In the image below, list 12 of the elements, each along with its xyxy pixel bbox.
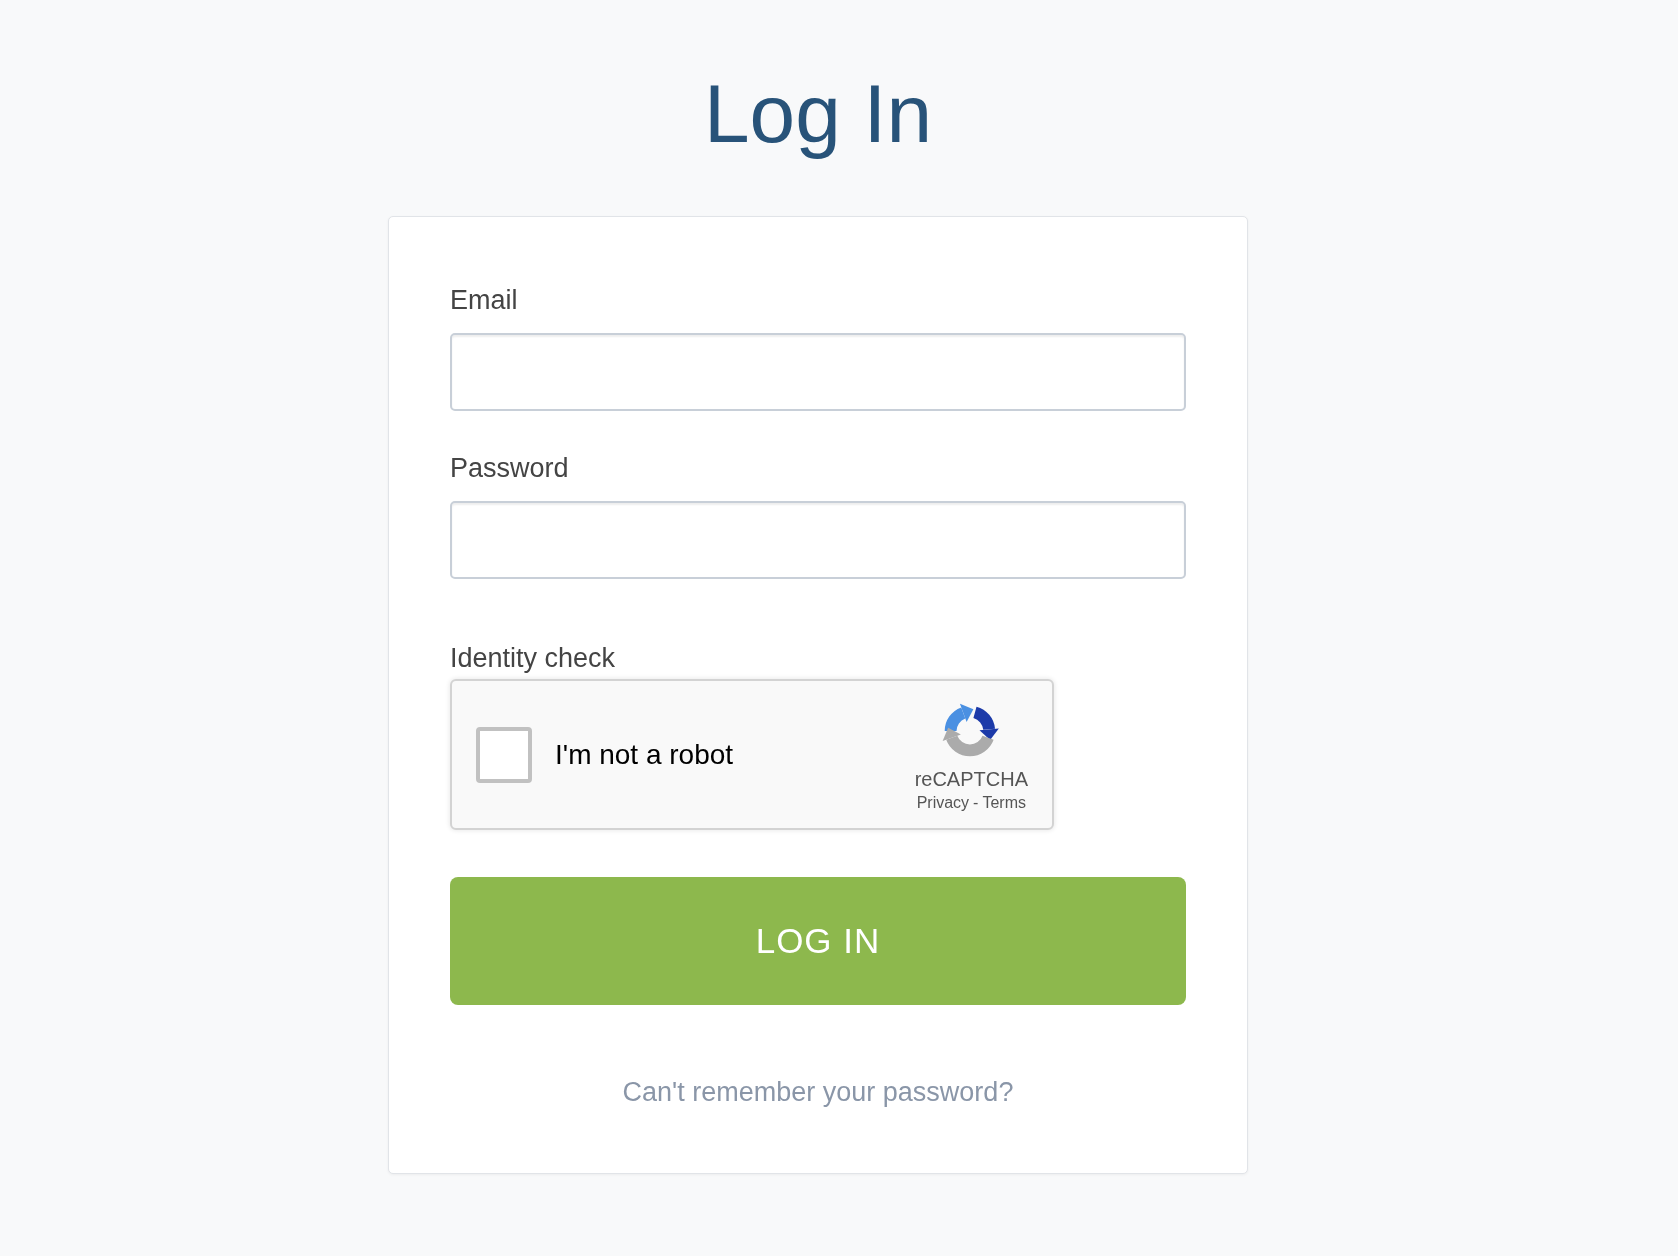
field-label: Email	[450, 284, 518, 316]
captcha-brand: reCAPTCHA	[914, 767, 1028, 791]
terms-link[interactable]: Terms	[982, 793, 1026, 813]
field-label: Identity check	[450, 642, 616, 674]
field-label: Password	[450, 452, 569, 484]
checkbox-label: I'm not a robot	[555, 737, 734, 772]
email-field[interactable]	[450, 333, 1186, 411]
checkbox[interactable]	[476, 726, 532, 783]
privacy-link[interactable]: Privacy	[916, 793, 970, 813]
password-field[interactable]	[450, 501, 1186, 579]
circular-arrows-icon	[942, 703, 1001, 757]
link-separator: -	[973, 793, 979, 813]
